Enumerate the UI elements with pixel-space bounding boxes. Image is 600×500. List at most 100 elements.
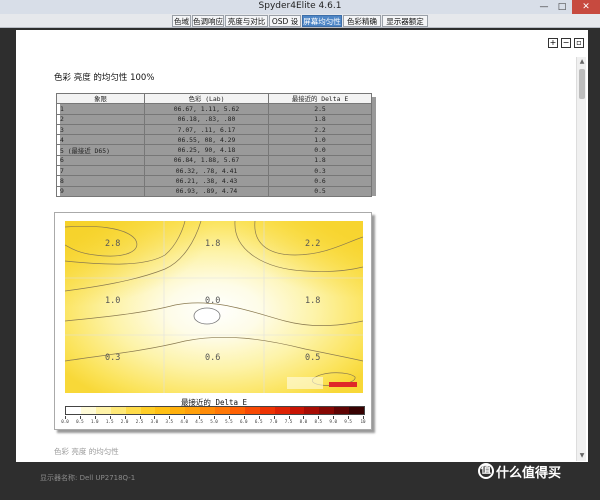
legend-tick-label: 6.0 — [240, 419, 248, 424]
legend-swatch — [274, 407, 290, 414]
report-tabs: 色域 色调响应 亮度与对比度 OSD 设置 屏幕均匀性 色彩精确度 显示器额定值 — [0, 14, 600, 38]
lab-cell: 06.21, .38, 4.43 — [144, 175, 269, 187]
column-header-color-lab: 色彩 (Lab) — [144, 92, 269, 105]
legend-tick-label: 6.5 — [254, 419, 263, 424]
legend-swatch — [319, 407, 335, 414]
legend-swatch — [125, 407, 141, 414]
minimize-button[interactable]: — — [536, 0, 552, 14]
quadrant-7-value: 0.3 — [105, 353, 121, 363]
legend-swatch — [185, 407, 201, 414]
app-window: Spyder4Elite 4.6.1 — □ ✕ 色域 色调响应 亮度与对比度 … — [0, 0, 600, 500]
legend-swatch — [349, 407, 365, 414]
legend-tick-label: 0.5 — [76, 419, 84, 424]
legend-tick-label: 1.5 — [105, 419, 114, 424]
uniformity-heading: 色彩 亮度 的均匀性 100% — [54, 73, 155, 83]
zoom-in-icon[interactable]: + — [548, 38, 558, 48]
tab-osd-settings[interactable]: OSD 设置 — [269, 15, 301, 38]
delta-e-cell: 1.8 — [268, 154, 372, 167]
table-row: 7 06.32, .78, 4.41 0.3 — [56, 165, 372, 177]
lab-cell: 7.07, .11, 6.17 — [144, 123, 269, 136]
tab-tone-response[interactable]: 色调响应 — [192, 15, 224, 27]
column-header-quadrant: 象限 — [56, 92, 145, 105]
tab-gamut[interactable]: 色域 — [172, 15, 191, 27]
column-header-delta-e: 最接近的 Delta E — [268, 92, 372, 105]
legend-tick-label: 3.0 — [150, 419, 159, 424]
legend-tick-label: 7.0 — [269, 419, 278, 424]
tab-brightness-contrast[interactable]: 亮度与对比度 — [225, 15, 268, 38]
legend-swatch — [155, 407, 171, 414]
lab-cell: 06.32, .78, 4.41 — [144, 165, 269, 177]
lab-cell: 06.55, 08, 4.29 — [144, 134, 269, 146]
delta-e-cell: 0.5 — [268, 185, 372, 197]
tab-display-rating[interactable]: 显示器额定值 — [382, 15, 428, 38]
table-row: 8 06.21, .38, 4.43 0.6 — [56, 175, 372, 187]
delta-e-cell: 0.6 — [268, 175, 372, 187]
quadrant-2-value: 1.8 — [205, 239, 221, 249]
title-bar: Spyder4Elite 4.6.1 — □ ✕ — [0, 0, 600, 14]
legend-swatch — [259, 407, 276, 414]
delta-e-cell: 2.2 — [268, 123, 372, 136]
legend-tick-label: 5.0 — [210, 419, 218, 424]
legend-tick-label: 2.5 — [135, 419, 144, 424]
quadrant-cell: 7 — [56, 165, 145, 177]
delta-e-color-scale — [65, 406, 365, 415]
legend-tick-label: 2.0 — [120, 419, 129, 424]
legend-swatch — [170, 407, 186, 414]
legend-swatch — [244, 407, 261, 414]
legend-tick-label: 1.0 — [91, 419, 99, 424]
tab-screen-uniformity[interactable]: 屏幕均匀性 — [302, 15, 342, 27]
table-row: 3 7.07, .11, 6.17 2.2 — [56, 123, 372, 136]
legend-tick-label: 8.5 — [314, 419, 323, 424]
delta-e-cell: 0.3 — [268, 165, 372, 177]
tab-color-accuracy[interactable]: 色彩精确度 — [343, 15, 381, 38]
quadrant-6-value: 1.8 — [305, 296, 321, 306]
table-header-row: 象限 色彩 (Lab) 最接近的 Delta E — [56, 92, 372, 105]
legend-ticks: 0.0 0.5 1.0 1.5 2.0 2.5 3.0 3.5 4.0 4.5 5.0 5.5 6.0 6… — [61, 416, 366, 428]
lab-cell: 06.18, .83, .80 — [144, 113, 269, 125]
zoom-out-icon[interactable]: − — [561, 38, 571, 48]
scroll-down-icon[interactable]: ▼ — [577, 451, 587, 461]
delta-e-cell: 0.0 — [268, 144, 372, 156]
legend-tick-label: 10 — [360, 419, 366, 424]
quadrant-3-value: 2.2 — [305, 239, 321, 249]
quadrant-cell: 4 — [56, 134, 145, 146]
scroll-up-icon[interactable]: ▲ — [577, 57, 587, 67]
zoom-fit-icon[interactable]: ▫ — [574, 38, 584, 48]
quadrant-cell: 3 — [56, 123, 145, 136]
uniformity-contour-map: 2.8 1.8 2.2 1.0 0.0 1.8 0.3 0.6 0.5 最接近的… — [54, 212, 372, 430]
quadrant-cell: 5 (最接近 D65) — [56, 144, 145, 156]
watermark-logo-icon: 值 — [478, 463, 494, 479]
legend-tick-label: 9.5 — [344, 419, 352, 424]
lab-cell: 06.93, .89, 4.74 — [144, 185, 269, 197]
table-row: 6 06.84, 1.88, 5.67 1.8 — [56, 154, 372, 167]
window-title: Spyder4Elite 4.6.1 — [258, 1, 342, 11]
legend-swatch — [215, 407, 231, 414]
legend-swatch — [140, 407, 156, 414]
quadrant-cell: 1 — [56, 103, 145, 115]
table-row: 1 06.67, 1.11, 5.62 2.5 — [56, 103, 372, 115]
quadrant-cell: 9 — [56, 185, 145, 197]
legend-tick-label: 5.5 — [225, 419, 233, 424]
quadrant-5-value: 0.0 — [205, 296, 221, 306]
lab-cell: 06.25, 90, 4.18 — [144, 144, 269, 156]
scroll-thumb[interactable] — [579, 69, 585, 99]
close-button[interactable]: ✕ — [572, 0, 600, 14]
maximize-button[interactable]: □ — [554, 0, 570, 14]
uniformity-table: 象限 色彩 (Lab) 最接近的 Delta E 1 06.67, 1.11, 5… — [56, 92, 372, 197]
legend-tick-label: 9.0 — [329, 419, 337, 424]
delta-e-cell: 2.5 — [268, 103, 372, 115]
delta-e-cell: 1.8 — [268, 113, 372, 125]
quadrant-9-value: 0.5 — [305, 353, 321, 363]
next-section-heading: 色彩 亮度 的均匀性 — [54, 447, 119, 456]
table-row: 9 06.93, .89, 4.74 0.5 — [56, 185, 372, 197]
vertical-scrollbar[interactable]: ▲ ▼ — [576, 57, 586, 461]
legend-tick-label: 4.5 — [195, 419, 203, 424]
table-row: 2 06.18, .83, .80 1.8 — [56, 113, 372, 125]
quadrant-4-value: 1.0 — [105, 296, 121, 306]
legend-swatch — [304, 407, 320, 414]
lab-cell: 06.84, 1.88, 5.67 — [144, 154, 269, 167]
legend-swatch — [95, 407, 112, 414]
legend-swatch — [334, 407, 350, 414]
lab-cell: 06.67, 1.11, 5.62 — [144, 103, 269, 115]
delta-e-cell: 1.0 — [268, 134, 372, 146]
